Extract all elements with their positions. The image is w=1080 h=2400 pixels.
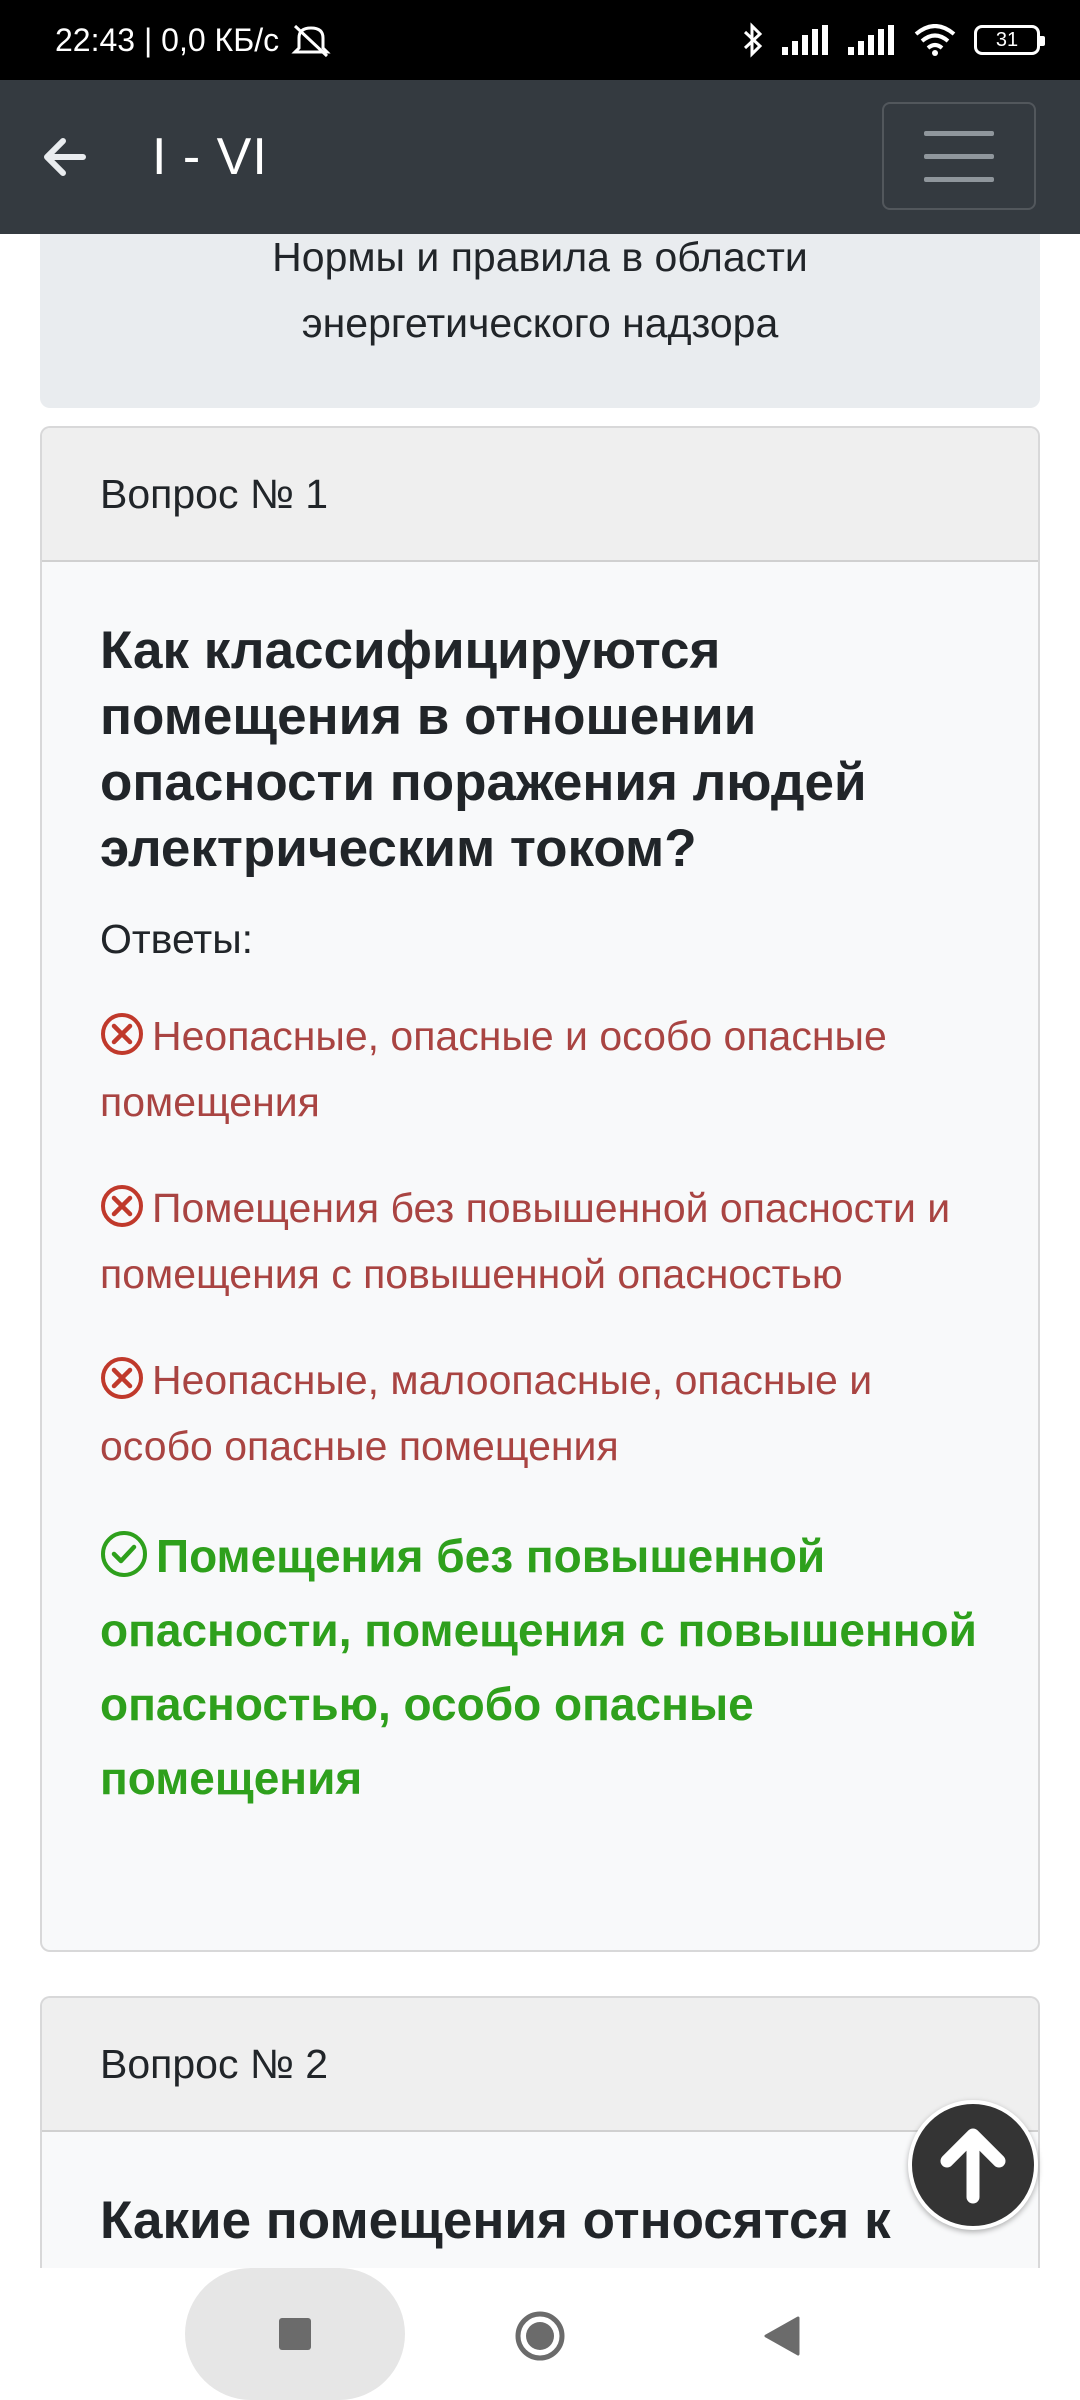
question-text: Как классифицируются помещения в отношен… xyxy=(100,621,867,878)
back-button[interactable] xyxy=(4,80,124,234)
menu-button[interactable] xyxy=(882,102,1036,210)
section-title-line1: Нормы и правила в области xyxy=(272,234,808,280)
system-nav-bar xyxy=(0,2268,1080,2400)
x-circle-icon xyxy=(101,1357,143,1399)
mute-icon xyxy=(291,24,331,58)
question-body: Как классифицируются помещения в отношен… xyxy=(42,562,1038,1855)
x-circle-icon xyxy=(101,1013,143,1055)
recent-apps-button[interactable] xyxy=(185,2268,405,2400)
answer-wrong: Неопасные, опасные и особо опасные помещ… xyxy=(100,1003,980,1135)
question-header: Вопрос № 2 xyxy=(42,1998,1038,2132)
answer-wrong-text: Помещения без повышенной опасности и пом… xyxy=(100,1185,951,1297)
question-body: Какие помещения относятся к xyxy=(42,2132,1038,2268)
answers-list: Неопасные, опасные и особо опасные помещ… xyxy=(100,1003,980,1815)
status-right: 31 xyxy=(742,22,1045,58)
answer-correct-text: Помещения без повышенной опасности, поме… xyxy=(100,1530,977,1804)
arrow-left-icon xyxy=(44,138,86,176)
check-circle-icon xyxy=(101,1531,147,1577)
app-bar: I - VI xyxy=(0,80,1080,234)
bluetooth-icon xyxy=(743,22,763,58)
battery-icon: 31 xyxy=(974,25,1045,55)
system-back-button[interactable] xyxy=(754,2308,810,2364)
hamburger-icon-line xyxy=(924,176,994,182)
signal-icon-2 xyxy=(848,25,894,55)
x-circle-icon xyxy=(101,1185,143,1227)
question-card: Вопрос № 1 Как классифицируются помещени… xyxy=(40,426,1040,1952)
content-scroll-area[interactable]: Нормы и правила в области энергетическог… xyxy=(0,234,1080,2268)
circle-icon xyxy=(515,2311,565,2361)
answer-wrong: Помещения без повышенной опасности и пом… xyxy=(100,1175,980,1307)
answer-wrong-text: Неопасные, малоопасные, опасные и особо … xyxy=(100,1357,873,1469)
wifi-icon xyxy=(914,24,956,56)
home-button[interactable] xyxy=(512,2308,568,2364)
signal-icon-1 xyxy=(782,25,828,55)
question-text: Какие помещения относятся к xyxy=(100,2191,891,2250)
question-card: Вопрос № 2 Какие помещения относятся к xyxy=(40,1996,1040,2268)
hamburger-icon-line xyxy=(924,153,994,159)
arrow-up-icon xyxy=(940,2128,1006,2204)
status-left: 22:43 | 0,0 КБ/с xyxy=(55,22,333,59)
status-time-speed: 22:43 | 0,0 КБ/с xyxy=(55,21,280,58)
scroll-to-top-button[interactable] xyxy=(908,2100,1038,2230)
section-title-box: Нормы и правила в области энергетическог… xyxy=(40,234,1040,408)
battery-level: 31 xyxy=(995,28,1019,51)
answer-wrong: Неопасные, малоопасные, опасные и особо … xyxy=(100,1347,980,1479)
square-icon xyxy=(279,2318,311,2350)
answer-correct: Помещения без повышенной опасности, поме… xyxy=(100,1519,980,1815)
question-header: Вопрос № 1 xyxy=(42,428,1038,562)
hamburger-icon-line xyxy=(924,130,994,136)
page-title: I - VI xyxy=(152,128,268,186)
answer-wrong-text: Неопасные, опасные и особо опасные помещ… xyxy=(100,1013,887,1125)
triangle-back-icon xyxy=(764,2316,800,2356)
status-bar: 22:43 | 0,0 КБ/с 31 xyxy=(0,0,1080,80)
answers-label: Ответы: xyxy=(100,916,254,962)
section-title-line2: энергетического надзора xyxy=(301,300,779,346)
